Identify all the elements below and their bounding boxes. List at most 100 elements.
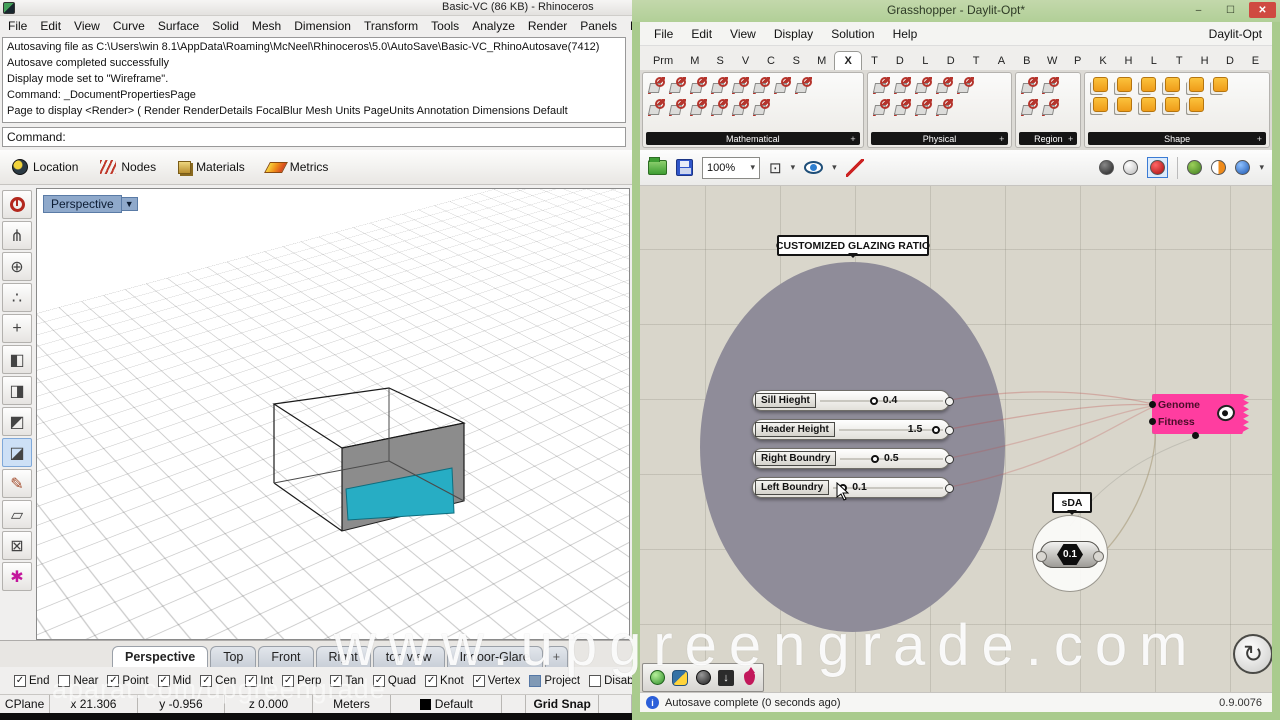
globe-icon[interactable]: ⊕: [2, 252, 32, 281]
chevron-down-icon[interactable]: ▾: [791, 162, 796, 173]
rhino-panel-tab-nodes[interactable]: Nodes: [100, 160, 156, 174]
component-icon[interactable]: [956, 77, 974, 94]
rhino-menu-transform[interactable]: Transform: [364, 19, 418, 33]
gh-menu-solution[interactable]: Solution: [831, 27, 874, 41]
gh-category-tab-19-l[interactable]: L: [1141, 55, 1166, 70]
rhino-menu-view[interactable]: View: [74, 19, 100, 33]
component-icon[interactable]: [893, 77, 911, 94]
rhino-menu-render[interactable]: Render: [528, 19, 567, 33]
gh-menu-edit[interactable]: Edit: [691, 27, 712, 41]
document-quick-menu[interactable]: Daylit-Opt: [1209, 27, 1262, 41]
canvas-nav-compass[interactable]: ↻: [1233, 634, 1272, 674]
component-icon[interactable]: [753, 99, 770, 116]
preview-off-gem-icon[interactable]: [1099, 160, 1115, 175]
glazing-ratio-group[interactable]: [700, 262, 1005, 632]
slider-output-port[interactable]: [945, 484, 954, 493]
axis-icon[interactable]: +: [2, 314, 32, 343]
gh-menu-help[interactable]: Help: [893, 27, 918, 41]
preview-eye-icon[interactable]: [804, 161, 824, 174]
viewport-title[interactable]: Perspective: [43, 195, 122, 213]
rhino-panel-tab-location[interactable]: Location: [12, 159, 78, 175]
component-icon[interactable]: [669, 77, 686, 94]
galapagos-component[interactable]: Genome Fitness: [1152, 394, 1249, 434]
rhino-panel-tab-metrics[interactable]: Metrics: [263, 160, 328, 174]
layer-pane-cell[interactable]: Default: [391, 695, 503, 713]
component-icon[interactable]: [648, 99, 665, 116]
rhino-command-input[interactable]: Command:: [2, 127, 626, 147]
gh-category-tab-18-h[interactable]: H: [1116, 55, 1141, 70]
view-tab-perspective[interactable]: Perspective: [112, 646, 209, 667]
component-icon[interactable]: [914, 77, 932, 94]
gear-icon[interactable]: ✱: [2, 562, 32, 591]
ribbon-group-label[interactable]: Physical +: [870, 132, 1009, 145]
gh-category-tab-22-d[interactable]: D: [1217, 55, 1242, 70]
grid-snap-toggle[interactable]: Grid Snap: [526, 695, 600, 713]
genome-input-port[interactable]: [1149, 401, 1156, 408]
ribbon-group-label[interactable]: Shape +: [1088, 132, 1267, 145]
cube-top-icon[interactable]: ◩: [2, 407, 32, 436]
gh-category-tab-15-w[interactable]: W: [1040, 55, 1065, 70]
boxed-x-icon[interactable]: ⊠: [2, 531, 32, 560]
component-icon[interactable]: [935, 99, 953, 116]
gh-category-tab-11-d[interactable]: D: [938, 55, 963, 70]
cube-corner-icon[interactable]: ◪: [2, 438, 32, 467]
gh-category-tab-13-a[interactable]: A: [989, 55, 1014, 70]
save-file-icon[interactable]: [676, 159, 693, 176]
cube-right-icon[interactable]: ◨: [2, 376, 32, 405]
component-icon[interactable]: [1093, 97, 1109, 112]
chevron-down-icon[interactable]: ▾: [832, 162, 837, 173]
component-icon[interactable]: [648, 77, 665, 94]
view-tab-front[interactable]: Front: [258, 646, 314, 667]
component-icon[interactable]: [774, 77, 791, 94]
component-icon[interactable]: [1165, 97, 1181, 112]
gh-category-tab-17-k[interactable]: K: [1090, 55, 1115, 70]
gh-category-tab-12-t[interactable]: T: [963, 55, 988, 70]
gh-category-tab-1-m[interactable]: M: [682, 55, 707, 70]
ribbon-group-label[interactable]: Region +: [1019, 132, 1078, 145]
component-icon[interactable]: [872, 99, 890, 116]
sketch-pencil-icon[interactable]: [845, 158, 864, 177]
slider-output-port[interactable]: [945, 397, 954, 406]
osnap-end[interactable]: ✓ End: [14, 674, 49, 687]
chevron-down-icon[interactable]: ▾: [1259, 162, 1264, 173]
component-icon[interactable]: [1042, 99, 1060, 116]
slider-output-port[interactable]: [945, 426, 954, 435]
slider-track[interactable]: 1.5: [835, 420, 947, 439]
rhino-menu-solid[interactable]: Solid: [212, 19, 239, 33]
component-icon[interactable]: [669, 99, 686, 116]
component-icon[interactable]: [914, 99, 932, 116]
component-icon[interactable]: [690, 77, 707, 94]
slider-output-port[interactable]: [945, 455, 954, 464]
rhino-menu-panels[interactable]: Panels: [580, 19, 617, 33]
fan-icon[interactable]: ⋔: [2, 221, 32, 250]
eraser-icon[interactable]: ✎: [2, 469, 32, 498]
rhino-menu-analyze[interactable]: Analyze: [472, 19, 515, 33]
rhino-menu-edit[interactable]: Edit: [40, 19, 61, 33]
preview-half-gem-icon[interactable]: [1211, 160, 1227, 175]
rhino-menu-dimension[interactable]: Dimension: [294, 19, 351, 33]
preview-shaded-selected[interactable]: [1147, 157, 1169, 178]
component-icon[interactable]: [1141, 77, 1157, 92]
rhino-menu-surface[interactable]: Surface: [158, 19, 199, 33]
slider-grip[interactable]: [871, 454, 880, 463]
gh-category-tab-10-l[interactable]: L: [913, 55, 938, 70]
sda-value-component[interactable]: 0.1: [1036, 541, 1104, 568]
gh-category-tab-3-v[interactable]: V: [733, 55, 758, 70]
status-cell-cplane[interactable]: CPlane: [0, 695, 51, 713]
slider-grip[interactable]: [869, 396, 878, 405]
gh-category-tab-4-c[interactable]: C: [758, 55, 783, 70]
component-icon[interactable]: [893, 99, 911, 116]
gh-category-tab-7-x[interactable]: X: [834, 51, 862, 70]
chevron-down-icon[interactable]: ▼: [121, 197, 138, 211]
component-icon[interactable]: [1189, 97, 1205, 112]
gh-menu-display[interactable]: Display: [774, 27, 813, 41]
gh-category-tab-2-s[interactable]: S: [707, 55, 732, 70]
gh-menu-view[interactable]: View: [730, 27, 756, 41]
rhino-menu-mesh[interactable]: Mesh: [252, 19, 281, 33]
gh-category-tab-16-p[interactable]: P: [1065, 55, 1090, 70]
gh-category-tab-6-m[interactable]: M: [809, 55, 834, 70]
galapagos-bottom-port[interactable]: [1192, 432, 1199, 439]
number-slider-right-boundry[interactable]: Right Boundry 0.5: [752, 448, 954, 469]
zoom-extents-icon[interactable]: ⊡: [769, 159, 782, 177]
component-icon[interactable]: [1141, 97, 1157, 112]
